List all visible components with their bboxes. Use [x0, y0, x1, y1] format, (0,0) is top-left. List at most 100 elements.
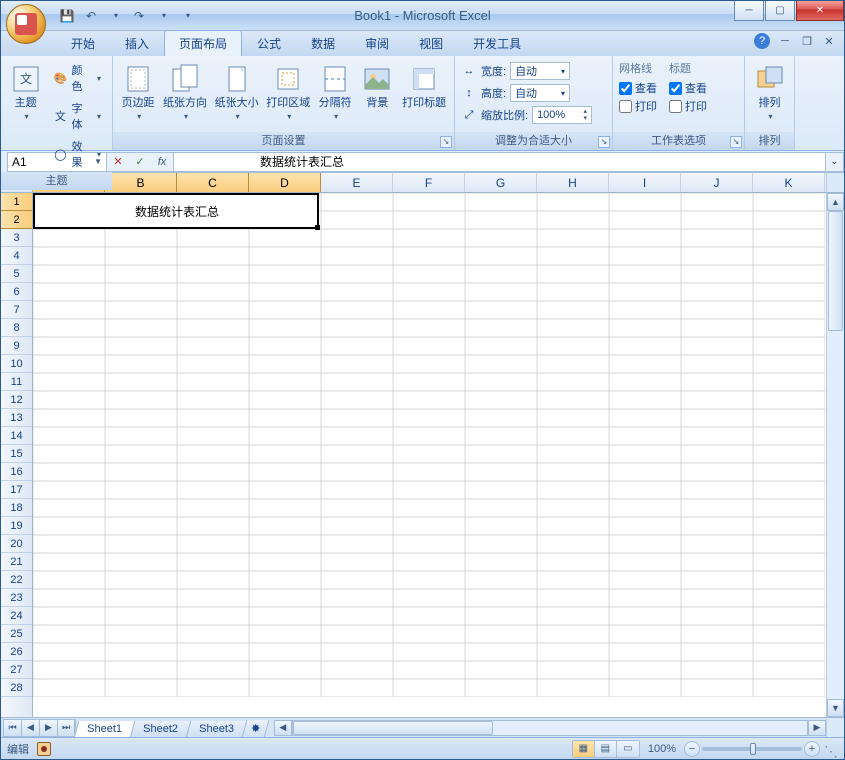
row-header-6[interactable]: 6	[1, 283, 32, 301]
tab-start[interactable]: 开始	[56, 30, 110, 56]
breaks-button[interactable]: 分隔符	[316, 60, 354, 124]
themes-button[interactable]: 文 主题	[7, 60, 44, 124]
row-header-1[interactable]: 1	[1, 193, 32, 211]
tab-developer[interactable]: 开发工具	[458, 30, 536, 56]
tab-first-icon[interactable]: ⏮	[3, 719, 21, 737]
sheet-tab-3[interactable]: Sheet3	[185, 721, 246, 738]
col-header-B[interactable]: B	[105, 173, 177, 192]
page-break-view-icon[interactable]: ▭	[617, 741, 639, 757]
scroll-left-icon[interactable]: ◀	[274, 720, 292, 736]
zoom-in-icon[interactable]: +	[804, 741, 820, 757]
row-header-12[interactable]: 12	[1, 391, 32, 409]
col-header-F[interactable]: F	[393, 173, 465, 192]
formula-input[interactable]: 数据统计表汇总	[174, 152, 826, 172]
row-header-8[interactable]: 8	[1, 319, 32, 337]
row-header-21[interactable]: 21	[1, 553, 32, 571]
vscroll-track[interactable]	[827, 211, 844, 699]
headings-print-check[interactable]: 打印	[669, 98, 707, 114]
row-header-26[interactable]: 26	[1, 643, 32, 661]
scroll-down-icon[interactable]: ▼	[827, 699, 844, 717]
scroll-up-icon[interactable]: ▲	[827, 193, 844, 211]
undo-dropdown[interactable]	[104, 5, 126, 27]
doc-restore-button[interactable]: ❐	[800, 34, 814, 48]
undo-icon[interactable]: ↶	[80, 5, 102, 27]
qat-customize[interactable]	[176, 5, 198, 27]
row-header-23[interactable]: 23	[1, 589, 32, 607]
margins-button[interactable]: 页边距	[119, 60, 157, 124]
col-header-J[interactable]: J	[681, 173, 753, 192]
row-header-15[interactable]: 15	[1, 445, 32, 463]
size-button[interactable]: 纸张大小	[213, 60, 261, 124]
row-header-16[interactable]: 16	[1, 463, 32, 481]
redo-dropdown[interactable]	[152, 5, 174, 27]
row-header-11[interactable]: 11	[1, 373, 32, 391]
fx-icon[interactable]: fx	[151, 153, 173, 171]
tab-last-icon[interactable]: ⏭	[57, 719, 75, 737]
page-layout-view-icon[interactable]: ▤	[595, 741, 617, 757]
row-header-22[interactable]: 22	[1, 571, 32, 589]
row-header-10[interactable]: 10	[1, 355, 32, 373]
hscroll-track[interactable]	[292, 720, 808, 736]
sheet-tab-2[interactable]: Sheet2	[130, 721, 191, 738]
tab-view[interactable]: 视图	[404, 30, 458, 56]
vscroll-thumb[interactable]	[828, 211, 843, 331]
save-icon[interactable]: 💾	[56, 5, 78, 27]
tab-data[interactable]: 数据	[296, 30, 350, 56]
scale-launcher[interactable]: ↘	[598, 136, 610, 148]
background-button[interactable]: 背景	[358, 60, 396, 111]
tab-review[interactable]: 审阅	[350, 30, 404, 56]
minimize-button[interactable]: ─	[734, 1, 764, 21]
zoom-out-icon[interactable]: −	[684, 741, 700, 757]
col-header-H[interactable]: H	[537, 173, 609, 192]
tab-prev-icon[interactable]: ◀	[21, 719, 39, 737]
zoom-thumb[interactable]	[750, 743, 756, 755]
row-header-17[interactable]: 17	[1, 481, 32, 499]
row-header-25[interactable]: 25	[1, 625, 32, 643]
row-header-19[interactable]: 19	[1, 517, 32, 535]
scroll-right-icon[interactable]: ▶	[808, 720, 826, 736]
height-input[interactable]: 自动▾	[510, 84, 570, 102]
sheet-tab-1[interactable]: Sheet1	[74, 721, 135, 738]
theme-fonts-button[interactable]: 文字体	[48, 98, 106, 134]
macro-record-icon[interactable]	[37, 742, 51, 756]
row-header-28[interactable]: 28	[1, 679, 32, 697]
headings-view-check[interactable]: 查看	[669, 80, 707, 96]
cancel-icon[interactable]: ✕	[107, 153, 129, 171]
col-header-G[interactable]: G	[465, 173, 537, 192]
hscroll-thumb[interactable]	[293, 721, 493, 735]
arrange-button[interactable]: 排列	[751, 60, 788, 124]
page-setup-launcher[interactable]: ↘	[440, 136, 452, 148]
redo-icon[interactable]: ↷	[128, 5, 150, 27]
print-titles-button[interactable]: 打印标题	[400, 60, 448, 111]
row-header-3[interactable]: 3	[1, 229, 32, 247]
row-header-14[interactable]: 14	[1, 427, 32, 445]
sheet-options-launcher[interactable]: ↘	[730, 136, 742, 148]
tab-insert[interactable]: 插入	[110, 30, 164, 56]
row-header-5[interactable]: 5	[1, 265, 32, 283]
doc-minimize-button[interactable]: ─	[778, 34, 792, 48]
row-header-24[interactable]: 24	[1, 607, 32, 625]
row-header-9[interactable]: 9	[1, 337, 32, 355]
print-area-button[interactable]: 打印区域	[264, 60, 312, 124]
tab-page-layout[interactable]: 页面布局	[164, 30, 242, 56]
row-header-4[interactable]: 4	[1, 247, 32, 265]
gridlines-view-check[interactable]: 查看	[619, 80, 657, 96]
enter-icon[interactable]: ✓	[129, 153, 151, 171]
office-button[interactable]	[6, 4, 46, 44]
new-sheet-tab[interactable]: ✸	[241, 720, 269, 738]
col-header-C[interactable]: C	[177, 173, 249, 192]
tab-formula[interactable]: 公式	[242, 30, 296, 56]
row-header-13[interactable]: 13	[1, 409, 32, 427]
col-header-I[interactable]: I	[609, 173, 681, 192]
horizontal-scrollbar[interactable]: ◀ ▶	[274, 720, 826, 736]
theme-colors-button[interactable]: 🎨颜色	[48, 60, 106, 96]
orientation-button[interactable]: 纸张方向	[161, 60, 209, 124]
col-header-K[interactable]: K	[753, 173, 825, 192]
scale-input[interactable]: 100%▴▾	[532, 106, 592, 124]
close-button[interactable]: ✕	[796, 1, 844, 21]
col-header-E[interactable]: E	[321, 173, 393, 192]
resize-grip-icon[interactable]	[824, 742, 838, 756]
row-header-18[interactable]: 18	[1, 499, 32, 517]
help-icon[interactable]: ?	[754, 33, 770, 49]
vertical-scrollbar[interactable]: ▲ ▼	[826, 193, 844, 717]
